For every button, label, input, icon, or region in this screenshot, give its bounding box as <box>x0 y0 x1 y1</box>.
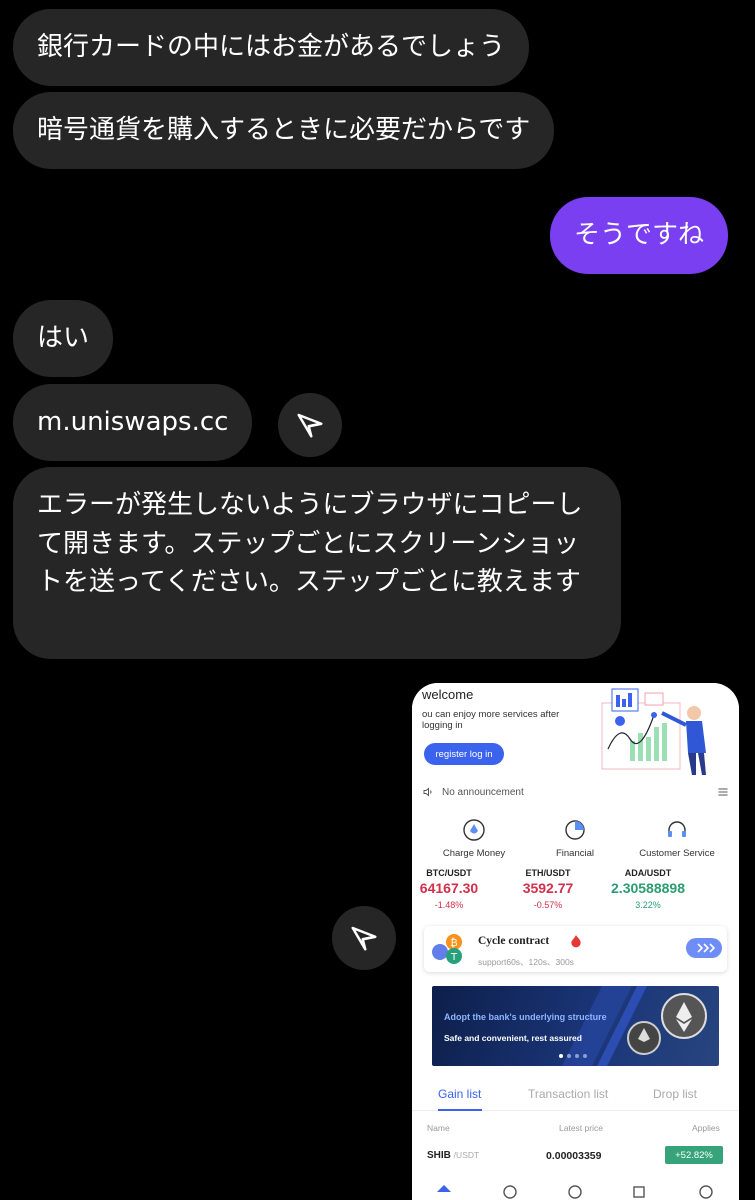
shared-image-message[interactable]: welcome ou can enjoy more services after… <box>412 683 739 1200</box>
ticker-price: 2.30588898 <box>611 880 685 896</box>
financial-button[interactable]: Financial <box>530 818 620 859</box>
assets-icon <box>633 1186 645 1198</box>
service-label: Financial <box>555 848 595 859</box>
pie-chart-icon <box>565 820 585 840</box>
cycle-contract-title: Cycle contract <box>478 935 550 947</box>
paper-plane-icon <box>297 413 323 438</box>
column-header-applies: Applies <box>692 1123 720 1133</box>
hero-title: welcome <box>422 687 474 702</box>
profile-icon <box>699 1185 713 1199</box>
row-change-badge: +52.82% <box>665 1146 723 1164</box>
ticker-ada[interactable]: ADA/USDT 2.30588898 3.22% <box>598 868 698 910</box>
ticker-price: 3592.77 <box>522 880 574 896</box>
column-header-latest-price: Latest price <box>559 1123 603 1133</box>
announcement-bar[interactable]: No announcement <box>422 784 729 800</box>
ticker-pair: ADA/USDT <box>624 868 672 878</box>
message-incoming: はい <box>13 300 114 377</box>
home-icon <box>437 1185 451 1192</box>
ticker-eth[interactable]: ETH/USDT 3592.77 -0.57% <box>498 868 598 910</box>
hero-section: welcome ou can enjoy more services after… <box>412 683 739 778</box>
announcement-text: No announcement <box>442 786 524 798</box>
menu-icon[interactable] <box>717 786 729 798</box>
charge-money-button[interactable]: Charge Money <box>429 818 519 859</box>
cycle-contract-subtitle: support60s、120s、300s <box>478 957 574 967</box>
ticker-change: 3.22% <box>635 900 661 910</box>
headset-icon <box>668 821 686 837</box>
ticker-price: 64167.30 <box>419 880 479 896</box>
tab-gain-list[interactable]: Gain list <box>438 1087 481 1101</box>
ethereum-coin-icon <box>627 993 707 1055</box>
tab-drop-list[interactable]: Drop list <box>653 1087 697 1101</box>
service-label: Customer Service <box>639 848 715 859</box>
hero-subtitle: ou can enjoy more services after logging… <box>422 709 560 731</box>
message-incoming: 銀行カードの中にはお金があるでしょう <box>13 9 530 86</box>
market-icon <box>503 1185 517 1199</box>
arrow-button-icon[interactable] <box>686 938 722 958</box>
message-incoming-link[interactable]: m.uniswaps.cc <box>13 384 253 461</box>
market-tabs: Gain list Transaction list Drop list <box>412 1081 739 1111</box>
column-header-name: Name <box>427 1123 450 1133</box>
bottom-nav-bar[interactable] <box>412 1178 739 1200</box>
tab-transaction-list[interactable]: Transaction list <box>528 1087 608 1101</box>
ticker-change: -0.57% <box>533 900 563 910</box>
share-button[interactable] <box>332 906 396 970</box>
ticker-change: -1.48% <box>434 900 464 910</box>
speaker-icon <box>423 787 432 797</box>
promo-banner[interactable]: Adopt the bank's underlying structure Sa… <box>432 986 719 1066</box>
trade-icon <box>568 1185 582 1199</box>
ticker-pair: ETH/USDT <box>525 868 571 878</box>
svg-text:T: T <box>450 952 458 963</box>
ticker-pair: BTC/USDT <box>426 868 472 878</box>
customer-service-button[interactable]: Customer Service <box>632 818 722 859</box>
active-tab-indicator <box>438 1109 482 1111</box>
row-price: 0.00003359 <box>546 1150 602 1162</box>
table-row[interactable]: SHIB /USDT 0.00003359 +52.82% <box>412 1142 739 1170</box>
crypto-coins-icon: ₿ T <box>432 934 462 964</box>
cycle-contract-card[interactable]: ₿ T Cycle contract support60s、120s、300s <box>424 926 727 972</box>
share-button[interactable] <box>278 393 342 457</box>
service-label: Charge Money <box>442 848 506 859</box>
message-incoming: 暗号通貨を購入するときに必要だからです <box>13 92 555 169</box>
message-incoming: エラーが発生しないようにブラウザにコピーして開きます。ステップごとにスクリーンシ… <box>13 467 621 659</box>
illustration <box>601 688 706 775</box>
banner-headline: Adopt the bank's underlying structure <box>444 1012 607 1022</box>
banner-pagination <box>559 1054 587 1058</box>
banner-subline: Safe and convenient, rest assured <box>444 1033 582 1043</box>
hot-icon <box>571 935 581 948</box>
message-outgoing: そうですね <box>550 197 729 274</box>
deposit-icon <box>463 819 485 841</box>
row-symbol: SHIB /USDT <box>427 1150 480 1161</box>
ticker-btc[interactable]: BTC/USDT 64167.30 -1.48% <box>412 868 499 910</box>
register-login-button[interactable]: register log in <box>424 743 504 765</box>
svg-text:₿: ₿ <box>450 937 457 949</box>
paper-plane-icon <box>351 926 377 951</box>
